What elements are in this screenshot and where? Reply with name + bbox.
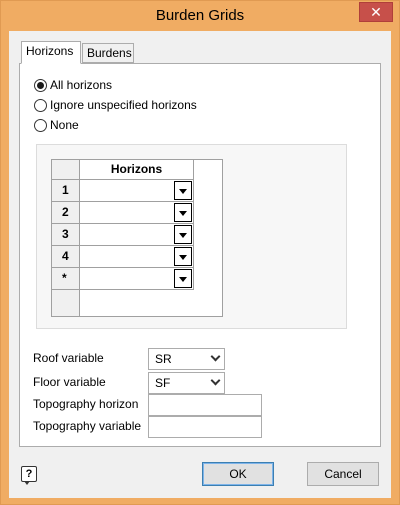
chevron-down-icon [210,351,221,362]
roof-variable-label: Roof variable [33,351,104,365]
row-header: 4 [52,246,80,267]
horizons-grid[interactable]: Horizons 1 2 3 4 * [51,159,223,317]
tab-horizons[interactable]: Horizons [21,41,81,64]
topography-variable-label: Topography variable [33,419,142,433]
row-header: * [52,268,80,289]
table-row: 1 [52,180,194,202]
floor-variable-label: Floor variable [33,375,106,389]
radio-button[interactable] [34,78,47,92]
table-row: 2 [52,202,194,224]
title-bar: Burden Grids ✕ [1,1,399,31]
ok-button[interactable]: OK [202,462,274,486]
floor-variable-select[interactable]: SF [148,372,225,394]
radio-button[interactable] [34,98,47,112]
horizon-cell[interactable] [80,268,194,289]
roof-variable-select[interactable]: SR [148,348,225,370]
chevron-down-icon[interactable] [174,225,192,244]
help-icon[interactable]: ? [21,466,37,485]
table-row: * [52,268,194,290]
cancel-button[interactable]: Cancel [307,462,379,486]
table-row: 4 [52,246,194,268]
horizons-grid-frame: Horizons 1 2 3 4 * [36,144,347,329]
tab-burdens[interactable]: Burdens [82,43,134,63]
row-header: 1 [52,180,80,201]
chevron-down-icon [210,375,221,386]
topography-horizon-label: Topography horizon [33,397,139,411]
chevron-down-icon[interactable] [174,269,192,288]
floor-variable-value: SF [155,376,171,390]
radio-none[interactable]: None [34,116,79,134]
topography-horizon-field[interactable] [148,394,262,416]
chevron-down-icon[interactable] [174,203,192,222]
table-row: 3 [52,224,194,246]
horizon-cell[interactable] [80,246,194,267]
radio-button[interactable] [34,118,47,132]
close-icon: ✕ [370,4,382,20]
roof-variable-value: SR [155,352,172,366]
horizon-cell[interactable] [80,202,194,223]
grid-column-header: Horizons [80,160,194,180]
horizon-cell[interactable] [80,180,194,201]
close-button[interactable]: ✕ [359,2,393,22]
chevron-down-icon[interactable] [174,247,192,266]
grid-corner [52,160,80,180]
dialog-window: Burden Grids ✕ Horizons Burdens All hori… [0,0,400,505]
radio-all-horizons[interactable]: All horizons [34,76,112,94]
row-header: 3 [52,224,80,245]
radio-label: All horizons [50,78,113,92]
row-header: 2 [52,202,80,223]
radio-label: Ignore unspecified horizons [50,98,197,112]
topography-variable-field[interactable] [148,416,262,438]
window-title: Burden Grids [155,7,245,24]
chevron-down-icon[interactable] [174,181,192,200]
dialog-client: Horizons Burdens All horizons Ignore uns… [9,31,391,498]
horizon-cell[interactable] [80,224,194,245]
radio-label: None [50,118,79,132]
radio-ignore-unspecified[interactable]: Ignore unspecified horizons [34,96,197,114]
